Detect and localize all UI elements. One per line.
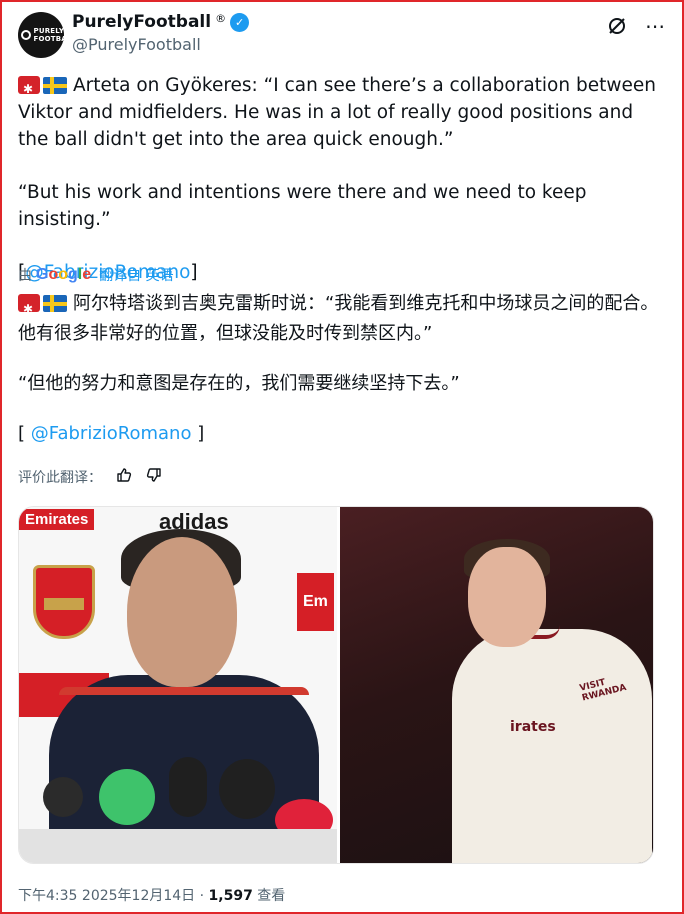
translated-by-line: 由 Google 翻译自 英语 [18, 265, 174, 285]
post-date[interactable]: 2025年12月14日 [82, 888, 195, 904]
post-actions-top: ⋯ [607, 14, 666, 38]
photo-gyokeres-on-pitch[interactable]: VISIT RWANDA irates [340, 507, 653, 863]
post-text-translated: 阿尔特塔谈到吉奥克雷斯时说：“我能看到维克托和中场球员之间的配合。他有很多非常好… [18, 289, 666, 449]
microphone-icon [169, 757, 207, 817]
rate-translation-label: 评价此翻译： [18, 470, 102, 486]
player-face [468, 547, 546, 647]
translated-paragraph-2: “但他的努力和意图是存在的，我们需要继续坚持下去。” [18, 373, 460, 394]
display-name[interactable]: PurelyFootball ® ✓ [72, 11, 250, 32]
player-arm [474, 735, 544, 775]
original-paragraph-1: Arteta on Gyökeres: “I can see there’s a… [18, 72, 666, 153]
thumbs-down-icon[interactable] [146, 467, 162, 487]
microphone-icon [43, 777, 83, 817]
shirt-sponsor-front: irates [510, 719, 556, 735]
bracket-close: ] [190, 262, 198, 283]
post-time[interactable]: 下午4:35 [18, 888, 77, 904]
sponsor-tag-right: Em [297, 573, 334, 631]
microphone-icon [99, 769, 155, 825]
bracket-close: ] [197, 423, 205, 444]
more-options-icon[interactable]: ⋯ [645, 14, 666, 38]
sweden-flag-icon [43, 295, 67, 312]
view-count: 1,597 [208, 888, 253, 904]
media-grid: Emirates adidas Em VISIT RWANDA irates [18, 506, 654, 864]
mention-link[interactable]: @FabrizioRomano [31, 423, 192, 444]
post-text-original: Arteta on Gyökeres: “I can see there’s a… [18, 72, 666, 286]
post-header: PURELY FOOTBALL PurelyFootball ® ✓ @Pure… [18, 10, 666, 60]
registered-mark: ® [215, 11, 227, 25]
original-quote-1: Arteta on Gyökeres: “I can see there’s a… [18, 75, 656, 150]
translated-paragraph-1: 阿尔特塔谈到吉奥克雷斯时说：“我能看到维克托和中场球员之间的配合。他有很多非常好… [18, 289, 666, 349]
sponsor-tag: Emirates [19, 509, 95, 530]
translated-mention-line: [ @FabrizioRomano ] [18, 419, 666, 449]
translated-from-link[interactable]: 翻译自 英语 [99, 265, 173, 285]
original-paragraph-2: “But his work and intentions were there … [18, 182, 587, 230]
arsenal-crest-icon [33, 565, 95, 639]
siren-emoji-icon [18, 294, 40, 324]
verified-badge-icon: ✓ [230, 12, 250, 32]
grok-icon[interactable] [607, 16, 627, 36]
avatar[interactable]: PURELY FOOTBALL [18, 12, 77, 58]
person-face [127, 537, 237, 687]
rate-translation-row: 评价此翻译： [18, 467, 162, 487]
thumbs-up-icon[interactable] [116, 467, 132, 487]
view-count-label: 查看 [257, 888, 286, 904]
avatar-text: PURELY FOOTBALL [33, 27, 77, 43]
meta-separator: · [199, 888, 205, 904]
siren-emoji-icon [18, 76, 40, 103]
translated-by-prefix: 由 [18, 268, 32, 284]
translated-quote-1: 阿尔特塔谈到吉奥克雷斯时说：“我能看到维克托和中场球员之间的配合。他有很多非常好… [18, 293, 659, 344]
logo-icon [20, 30, 31, 40]
jacket-stripe [59, 687, 309, 695]
microphone-icon [219, 759, 275, 819]
author-block[interactable]: PurelyFootball ® ✓ @PurelyFootball [72, 11, 250, 54]
handle[interactable]: @PurelyFootball [72, 35, 249, 54]
sweden-flag-icon [43, 77, 67, 94]
display-name-text[interactable]: PurelyFootball [72, 12, 211, 32]
press-table [19, 829, 337, 863]
bracket-open: [ [18, 423, 26, 444]
photo-arteta-press-conference[interactable]: Emirates adidas Em [19, 507, 337, 863]
google-logo-icon: Google [36, 266, 92, 283]
post-meta: 下午4:35 2025年12月14日 · 1,597 查看 [18, 885, 285, 905]
